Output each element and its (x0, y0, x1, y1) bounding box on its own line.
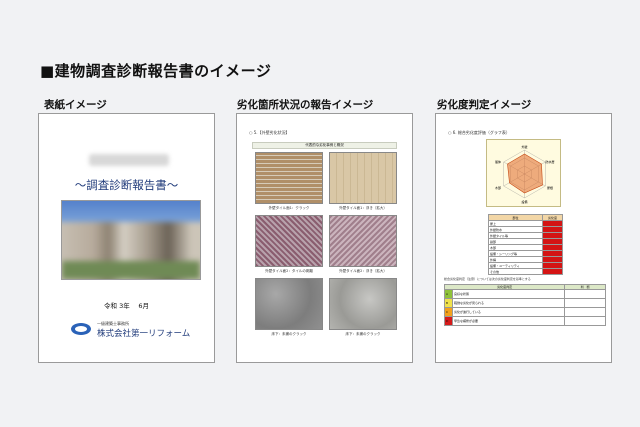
company-name: 株式会社第一リフォーム (97, 329, 191, 339)
status-section-title: ○ 5.【外壁劣化状況】 (249, 130, 290, 135)
status-label: 劣化箇所状況の報告イメージ (237, 99, 374, 111)
photo-floor-2 (329, 278, 397, 330)
building-photo (61, 200, 201, 280)
judgement-section-title: ○ 6. 総合劣化度評価（グラフ表） (448, 130, 510, 135)
photo-floor-1 (255, 278, 323, 330)
radar-label-1: 外壁 (521, 144, 527, 149)
blurred-client-name (89, 154, 169, 166)
grade-table: 劣化度判定判 断 A 良好な状態 B 軽微な劣化が見られる C 劣化が進行している D… (443, 284, 606, 326)
cover-label: 表紙イメージ (44, 99, 107, 111)
photo-tile-1 (255, 152, 323, 204)
cover-date: 令和 3年 6月 (104, 302, 149, 310)
table-row: D 早急な補修が必要 (444, 316, 606, 326)
logo-icon (71, 323, 91, 335)
photo-net-2 (329, 215, 397, 267)
status-document: ○ 5.【外壁劣化状況】 代表的な劣化事例と概況 外壁タイル面1：クラック 外壁… (236, 113, 413, 363)
judgement-label: 劣化度判定イメージ (437, 99, 532, 111)
radar-label-4: 設備 (521, 199, 527, 204)
cover-title: ～調査診断報告書～ (74, 178, 179, 192)
status-table-header: 代表的な劣化事例と概況 (252, 142, 397, 149)
cover-document: ～調査診断報告書～ 令和 3年 6月 一級建築士事務所 株式会社第一リフォーム (38, 113, 215, 363)
company-logo: 一級建築士事務所 株式会社第一リフォーム (71, 319, 211, 341)
table-row: C 劣化が進行している (444, 307, 606, 317)
caption-3: 外壁タイル面2：タイルの剥離 (265, 269, 313, 273)
caption-2: 外壁タイル面1：浮き（拡大） (339, 206, 387, 210)
caption-6: 床下：未補のクラック (345, 332, 381, 336)
caption-4: 外壁タイル面2：浮き（拡大） (339, 269, 387, 273)
radar-label-6: 躯体 (495, 159, 501, 164)
caption-5: 床下：未補のクラック (271, 332, 307, 336)
grade-note: 総合劣化度判定（注意）については次の劣化度判定を基準とする (444, 277, 531, 281)
radar-label-5: 木部 (495, 185, 501, 190)
radar-chart: 外壁 防水層 屋根 設備 木部 躯体 (486, 139, 561, 207)
photo-net-1 (255, 215, 323, 267)
judgement-document: ○ 6. 総合劣化度評価（グラフ表） 外壁 防水層 屋根 設備 木部 躯体 部位… (435, 113, 612, 363)
table-row: B 軽微な劣化が見られる (444, 298, 606, 308)
radar-label-3: 屋根 (547, 185, 553, 190)
table-row: A 良好な状態 (444, 289, 606, 299)
rating-table: 部位 劣化度 屋上 外壁防水 外壁タイル等 鉄部 木部 設備・シーリング等 外構 … (487, 214, 563, 275)
photo-tile-2 (329, 152, 397, 204)
page-title: ■建物調査診断報告書のイメージ (40, 62, 272, 80)
table-row: その他 (487, 268, 563, 275)
radar-label-2: 防水層 (545, 159, 554, 164)
caption-1: 外壁タイル面1：クラック (268, 206, 310, 210)
